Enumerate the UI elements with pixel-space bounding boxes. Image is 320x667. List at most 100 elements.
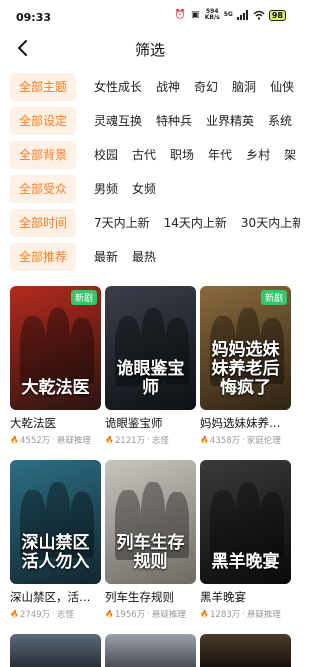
poster-figure: [236, 482, 260, 558]
poster-title: 妈妈选妹妹养老后悔疯了: [211, 340, 280, 398]
drama-meta: 🔥 2121万 · 志怪: [105, 434, 196, 446]
filter-option[interactable]: 女频: [132, 175, 156, 203]
filter-options: 最新 最热: [94, 243, 156, 271]
filter-selected-chip[interactable]: 全部受众: [10, 175, 76, 203]
drama-grid-next-row: [10, 634, 300, 667]
poster-stub[interactable]: [105, 634, 196, 667]
drama-poster[interactable]: 黑羊晚宴: [200, 460, 291, 584]
drama-poster[interactable]: 妈妈选妹妹养老后悔疯了 新剧: [200, 286, 291, 410]
drama-card[interactable]: 大乾法医 新剧大乾法医 🔥 4552万 · 悬疑推理: [10, 286, 101, 446]
filter-row: 全部推荐 最新 最热: [0, 240, 300, 274]
filter-option[interactable]: 脑洞: [232, 73, 256, 101]
drama-meta: 🔥 1956万 · 悬疑推理: [105, 608, 196, 620]
drama-views: 1956万: [115, 610, 146, 620]
battery-icon: 98: [268, 9, 286, 21]
drama-poster[interactable]: 深山禁区活人勿入: [10, 460, 101, 584]
filter-row: 全部时间 7天内上新 14天内上新 30天内上新: [0, 206, 300, 240]
filter-panel: 全部主题 女性成长 战神 奇幻 脑洞 仙侠 全部设定 灵魂互换 特种兵 业界精英 系统 全部背景 校园古…: [0, 70, 300, 274]
filter-option[interactable]: 14天内上新: [164, 209, 227, 237]
drama-views: 2121万: [115, 436, 146, 446]
drama-card[interactable]: 深山禁区活人勿入深山禁区，活人勿入 🔥2749万·志怪: [10, 460, 101, 620]
filter-selected-chip[interactable]: 全部主题: [10, 73, 76, 101]
drama-poster[interactable]: 大乾法医 新剧: [10, 286, 101, 410]
meta-separator: ·: [242, 609, 245, 619]
drama-card[interactable]: 黑羊晚宴 黑羊晚宴 🔥 1283万 · 悬疑推理: [200, 460, 291, 620]
drama-genre: 志怪: [151, 436, 169, 446]
hot-icon: 🔥: [105, 436, 114, 444]
drama-meta: 🔥 1283万 · 悬疑推理: [200, 608, 291, 620]
filter-row: 全部设定 灵魂互换 特种兵 业界精英 系统: [0, 104, 300, 138]
hot-icon: 🔥: [200, 436, 209, 444]
poster-figure: [20, 316, 46, 386]
filter-option[interactable]: 仙侠: [270, 73, 294, 101]
poster-figure: [70, 318, 94, 384]
filter-selected-chip[interactable]: 全部时间: [10, 209, 76, 237]
drama-card[interactable]: 列车生存规则 列车生存规则 🔥 1956万 · 悬疑推理: [105, 460, 196, 620]
filter-option[interactable]: 年代: [208, 141, 232, 169]
hot-icon: 🔥: [105, 610, 114, 618]
poster-figure: [260, 492, 284, 558]
signal-label: 5G: [223, 11, 233, 18]
drama-genre: 悬疑推理: [151, 610, 186, 620]
filter-selected-chip[interactable]: 全部推荐: [10, 243, 76, 271]
drama-genre: 悬疑推理: [56, 436, 91, 446]
meta-separator: ·: [147, 609, 150, 619]
filter-selected-chip[interactable]: 全部背景: [10, 141, 76, 169]
filter-option[interactable]: 系统: [268, 107, 292, 135]
meta-separator: ·: [242, 435, 245, 445]
new-badge: 新剧: [260, 290, 287, 305]
filter-option[interactable]: 7天内上新: [94, 209, 150, 237]
filter-option[interactable]: 特种兵: [156, 107, 192, 135]
filter-option[interactable]: 架: [284, 141, 296, 169]
drama-card[interactable]: 诡眼鉴宝师 诡眼鉴宝师 🔥 2121万 · 志怪: [105, 286, 196, 446]
alarm-icon: ⏰: [174, 9, 186, 20]
drama-title: 妈妈选妹妹养老我后悔疯了: [200, 416, 291, 430]
vibrate-icon: ▣: [190, 9, 200, 20]
filter-option[interactable]: 男频: [94, 175, 118, 203]
filter-option[interactable]: 乡村: [246, 141, 270, 169]
poster-stub[interactable]: [10, 634, 101, 667]
drama-views: 4358万: [210, 436, 241, 446]
poster-stub[interactable]: [200, 634, 291, 667]
filter-option[interactable]: 30天内上新: [241, 209, 300, 237]
drama-views: 2749万: [20, 610, 51, 620]
filter-options: 7天内上新 14天内上新 30天内上新: [94, 209, 300, 237]
poster-title: 黑羊晚宴: [211, 552, 280, 572]
status-bar: 09:33 ⏰ ▣ 594 KB/s 5G 98: [0, 0, 300, 36]
filter-option[interactable]: 战神: [156, 73, 180, 101]
filter-option[interactable]: 业界精英: [206, 107, 254, 135]
status-time: 09:33: [16, 11, 52, 24]
filter-option[interactable]: 职场: [170, 141, 194, 169]
filter-options: 男频 女频: [94, 175, 156, 203]
drama-genre: 志怪: [56, 610, 74, 620]
drama-title: 大乾法医: [10, 416, 56, 430]
meta-separator: ·: [147, 435, 150, 445]
filter-option[interactable]: 灵魂互换: [94, 107, 142, 135]
drama-title: 诡眼鉴宝师: [105, 416, 163, 430]
drama-meta: 🔥 4552万 · 悬疑推理: [10, 434, 101, 446]
poster-figure: [46, 308, 70, 384]
filter-option[interactable]: 最新: [94, 243, 118, 271]
filter-selected-chip[interactable]: 全部设定: [10, 107, 76, 135]
status-icons: ⏰ ▣ 594 KB/s 5G 98: [175, 9, 286, 21]
drama-genre: 悬疑推理: [246, 610, 281, 620]
net-speed: 594 KB/s: [205, 9, 220, 21]
net-speed-unit: KB/s: [204, 14, 220, 21]
filter-option[interactable]: 最热: [132, 243, 156, 271]
filter-option[interactable]: 奇幻: [194, 73, 218, 101]
filter-options: 女性成长 战神 奇幻 脑洞 仙侠: [94, 73, 294, 101]
drama-meta: 🔥 4358万 · 家庭伦理: [200, 434, 291, 446]
poster-title: 列车生存规则: [116, 533, 185, 572]
page-title: 筛选: [134, 41, 165, 59]
new-badge: 新剧: [70, 290, 97, 305]
drama-poster[interactable]: 诡眼鉴宝师: [105, 286, 196, 410]
filter-option[interactable]: 古代: [132, 141, 156, 169]
meta-separator: ·: [52, 435, 55, 445]
poster-title: 大乾法医: [21, 378, 90, 398]
filter-option[interactable]: 校园: [94, 141, 118, 169]
drama-card[interactable]: 妈妈选妹妹养老后悔疯了 新剧妈妈选妹妹养老我后悔疯了 🔥4358万·家庭伦理: [200, 286, 291, 446]
filter-option[interactable]: 女性成长: [94, 73, 142, 101]
drama-title: 黑羊晚宴: [200, 590, 246, 604]
drama-meta: 🔥 2749万 · 志怪: [10, 608, 101, 620]
drama-poster[interactable]: 列车生存规则: [105, 460, 196, 584]
